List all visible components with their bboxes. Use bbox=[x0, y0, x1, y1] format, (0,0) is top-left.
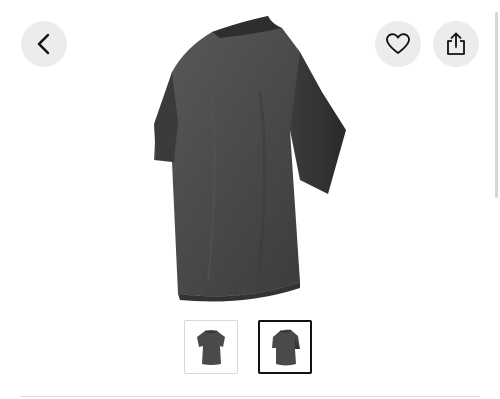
product-detail-screen bbox=[0, 0, 500, 399]
tshirt-icon bbox=[154, 16, 346, 302]
scrollbar[interactable] bbox=[495, 12, 498, 198]
section-divider bbox=[20, 396, 480, 397]
share-button[interactable] bbox=[433, 21, 479, 67]
thumbnail-2[interactable] bbox=[258, 320, 312, 374]
heart-icon bbox=[386, 33, 410, 54]
chevron-left-icon bbox=[37, 33, 50, 55]
favorite-button[interactable] bbox=[375, 21, 421, 67]
share-icon bbox=[447, 32, 465, 55]
tshirt-icon bbox=[272, 329, 300, 366]
image-thumbnails bbox=[184, 320, 312, 376]
back-button[interactable] bbox=[21, 21, 67, 67]
thumbnail-1[interactable] bbox=[184, 320, 238, 374]
product-hero-image bbox=[150, 12, 350, 302]
tshirt-icon bbox=[197, 330, 225, 365]
